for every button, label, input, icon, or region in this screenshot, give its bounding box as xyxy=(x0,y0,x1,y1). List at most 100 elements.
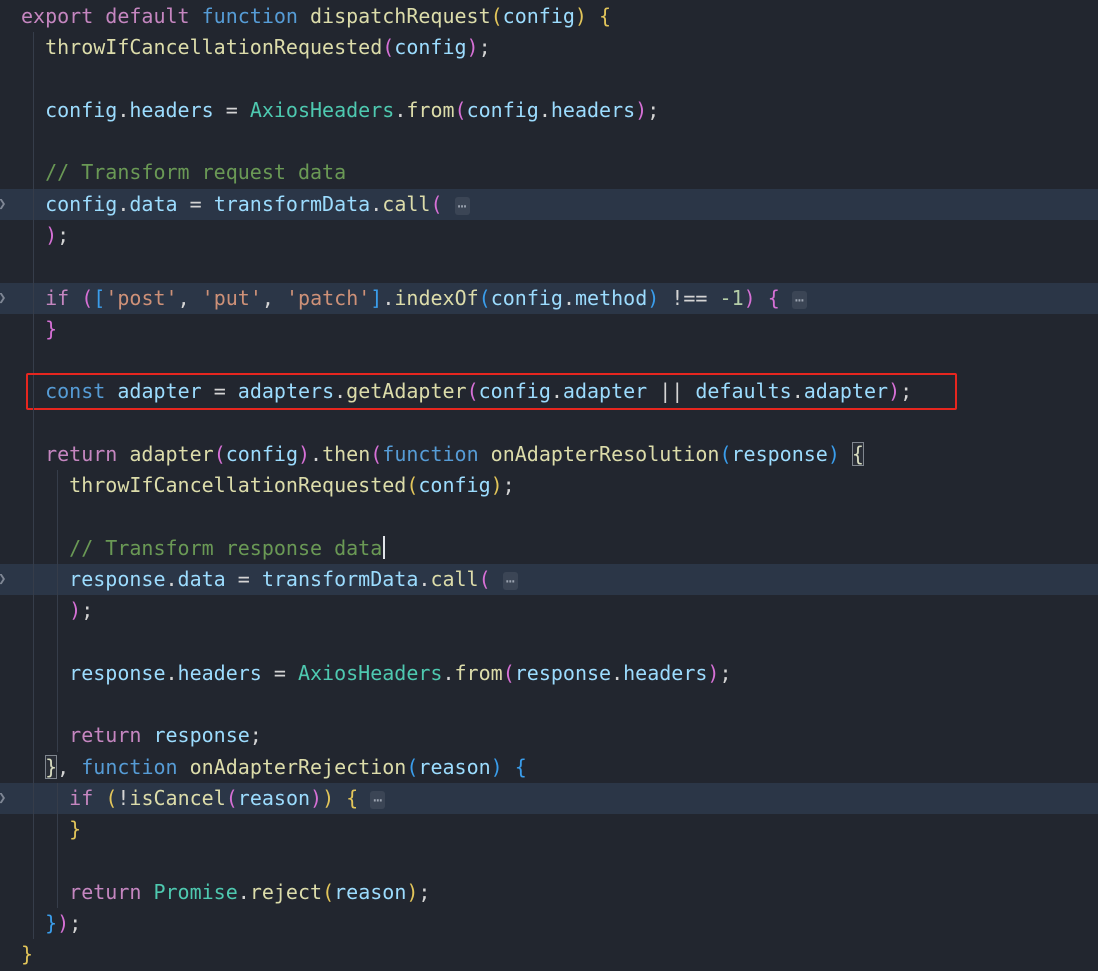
code-token: , xyxy=(261,285,286,310)
code-token: ) xyxy=(827,441,840,466)
code-token: Promise xyxy=(153,879,238,904)
code-token: } xyxy=(45,911,58,936)
code-token: ) xyxy=(888,379,901,404)
code-line[interactable] xyxy=(0,845,1098,878)
code-line[interactable]: ❯ response.data = transformData.call( ⋯ xyxy=(0,564,1098,596)
code-token: if xyxy=(45,285,70,310)
code-token: indexOf xyxy=(394,285,479,310)
code-token: return xyxy=(45,441,118,466)
code-token: ) xyxy=(69,598,82,623)
fold-chevron-icon[interactable]: ❯ xyxy=(0,283,14,314)
code-line[interactable] xyxy=(0,501,1098,534)
code-line[interactable]: return adapter(config).then(function onA… xyxy=(0,438,1098,471)
code-editor: export default function dispatchRequest(… xyxy=(0,0,1098,970)
code-line[interactable]: throwIfCancellationRequested(config); xyxy=(0,470,1098,502)
code-line[interactable]: ❯ if (!isCancel(reason)) { ⋯ xyxy=(0,783,1098,815)
code-line[interactable]: }); xyxy=(0,908,1098,940)
folded-code-ellipsis[interactable]: ⋯ xyxy=(370,791,386,810)
code-token: ( xyxy=(430,191,443,216)
folded-code-ellipsis[interactable]: ⋯ xyxy=(454,196,470,215)
code-token: from xyxy=(406,97,455,122)
code-token: ) xyxy=(647,285,660,310)
code-token: headers xyxy=(129,97,214,122)
code-line[interactable]: // Transform request data xyxy=(0,157,1098,189)
fold-chevron-icon[interactable]: ❯ xyxy=(0,189,14,220)
code-token: getAdapter xyxy=(346,379,467,404)
code-line[interactable]: ❯ config.data = transformData.call( ⋯ xyxy=(0,188,1098,221)
code-token: , xyxy=(177,285,202,310)
code-token: ; xyxy=(719,660,732,685)
code-line[interactable] xyxy=(0,126,1098,158)
code-token: = xyxy=(225,567,262,592)
code-token: ! xyxy=(117,786,130,811)
code-token: . xyxy=(117,97,130,122)
code-token: . xyxy=(418,567,431,592)
code-line[interactable] xyxy=(0,626,1098,659)
code-token: response xyxy=(731,441,828,466)
code-token: config xyxy=(394,35,467,60)
code-line[interactable] xyxy=(0,251,1098,283)
code-line[interactable]: config.headers = AxiosHeaders.from(confi… xyxy=(0,94,1098,127)
code-token: from xyxy=(454,660,503,685)
code-token: dispatchRequest xyxy=(310,4,491,28)
code-line[interactable]: } xyxy=(0,939,1098,970)
code-token: headers xyxy=(177,660,262,685)
code-token: 'put' xyxy=(201,285,262,310)
code-line[interactable]: export default function dispatchRequest(… xyxy=(0,1,1098,32)
code-line[interactable]: throwIfCancellationRequested(config); xyxy=(0,32,1098,64)
code-line[interactable]: ); xyxy=(0,219,1098,252)
code-line[interactable]: ); xyxy=(0,595,1098,627)
code-token: ( xyxy=(81,285,94,310)
code-token: ; xyxy=(647,97,660,122)
code-line[interactable]: ❯ if (['post', 'put', 'patch'].indexOf(c… xyxy=(0,282,1098,315)
code-line[interactable]: const adapter = adapters.getAdapter(conf… xyxy=(0,372,1098,410)
code-token: ( xyxy=(502,660,515,685)
code-line[interactable] xyxy=(0,407,1098,440)
code-token: ( xyxy=(490,4,503,28)
code-token: config xyxy=(45,191,118,216)
code-line[interactable]: }, function onAdapterRejection(reason) { xyxy=(0,751,1098,784)
code-token: { xyxy=(514,754,527,779)
code-token: . xyxy=(611,660,624,685)
code-line[interactable] xyxy=(0,345,1098,377)
code-token: ) xyxy=(297,441,311,466)
code-token: ] xyxy=(370,285,383,310)
code-token: // Transform request data xyxy=(45,160,347,185)
code-token: config xyxy=(466,97,539,122)
code-line[interactable]: } xyxy=(0,814,1098,846)
code-token: ( xyxy=(478,567,491,592)
code-token: ) xyxy=(574,4,587,28)
code-line[interactable]: // Transform response data xyxy=(0,532,1098,565)
fold-chevron-icon[interactable]: ❯ xyxy=(0,783,14,814)
code-token: response xyxy=(69,567,166,592)
folded-code-ellipsis[interactable]: ⋯ xyxy=(502,572,518,591)
code-line[interactable] xyxy=(0,689,1098,721)
code-line[interactable] xyxy=(0,63,1098,96)
code-token: // Transform response data xyxy=(69,535,383,560)
code-token: -1 xyxy=(719,285,744,310)
code-token: ( xyxy=(225,786,238,811)
code-token: ) xyxy=(707,660,720,685)
code-line[interactable]: response.headers = AxiosHeaders.from(res… xyxy=(0,657,1098,690)
folded-code-ellipsis[interactable]: ⋯ xyxy=(791,290,807,309)
code-line[interactable]: return Promise.reject(reason); xyxy=(0,876,1098,909)
code-token: ( xyxy=(213,441,226,466)
code-line[interactable]: return response; xyxy=(0,720,1098,753)
fold-chevron-icon[interactable]: ❯ xyxy=(0,564,14,595)
code-token: ; xyxy=(900,379,913,404)
code-line[interactable]: } xyxy=(0,313,1098,346)
code-token: ( xyxy=(370,441,383,466)
